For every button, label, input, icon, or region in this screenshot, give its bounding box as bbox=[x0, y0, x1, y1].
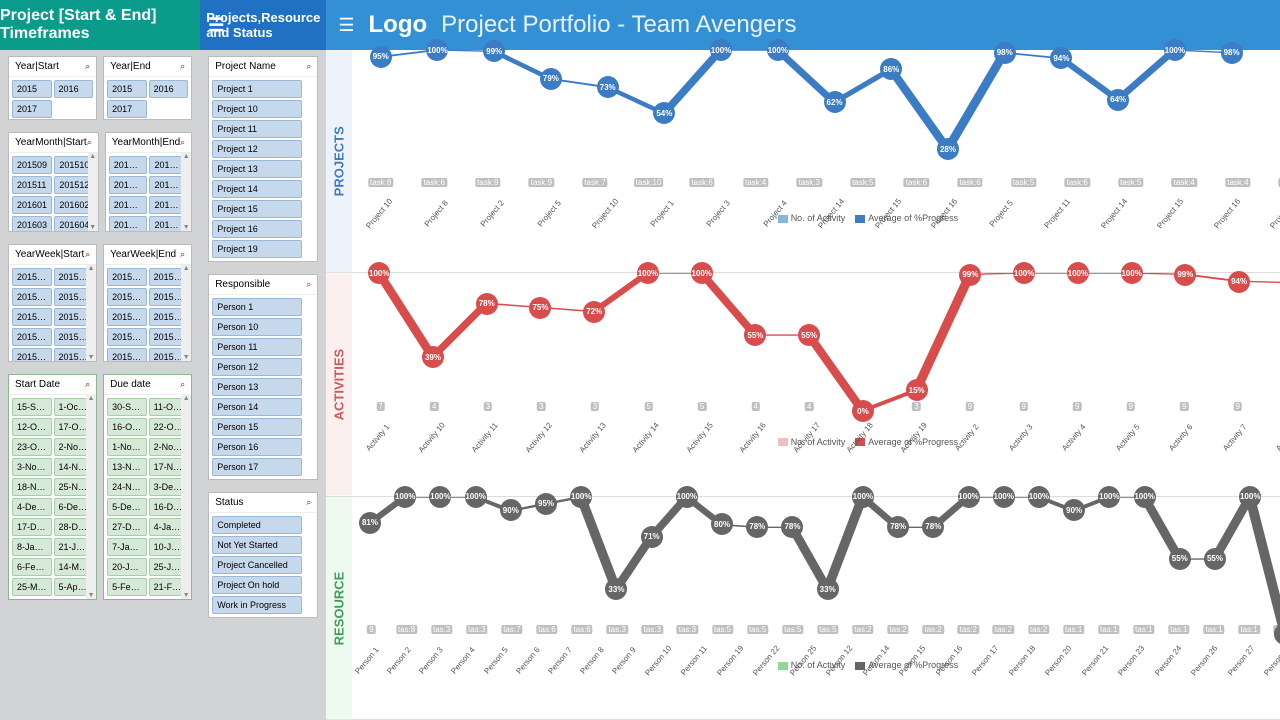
slicer-chip[interactable]: 201601 bbox=[109, 196, 148, 214]
slicer-year-start[interactable]: Year|Start⌕ 201520162017 bbox=[8, 56, 97, 120]
slicer-year-end[interactable]: Year|End⌕ 201520162017 bbox=[103, 56, 192, 120]
timeframe-header: Project [Start & End] Timeframes bbox=[0, 0, 200, 50]
slicer-chip[interactable]: 8-Jan-16 bbox=[12, 538, 52, 556]
slicer-chip[interactable]: 201603 bbox=[12, 216, 52, 231]
chart-projects: PROJECTStask:8task:6task:9task:9task:7ta… bbox=[326, 50, 1280, 273]
slicer-chip[interactable]: 18-Nov-… bbox=[12, 478, 52, 496]
chart-vlabel: PROJECTS bbox=[326, 50, 352, 272]
slicer-chip[interactable]: Person 1 bbox=[212, 298, 302, 316]
slicer-chip[interactable]: Person 15 bbox=[212, 418, 302, 436]
slicer-responsible[interactable]: Responsible⌕ Person 1Person 10Person 11P… bbox=[208, 274, 318, 480]
slicer-chip[interactable]: 201543 bbox=[107, 288, 147, 306]
project-resource-status-panel: ☰ Projects,Resource and Status Project N… bbox=[200, 0, 326, 720]
slicer-chip[interactable]: 24-Nov-… bbox=[107, 478, 147, 496]
slicer-chip[interactable]: 201540 bbox=[107, 268, 147, 286]
slicer-chip[interactable]: Person 16 bbox=[212, 438, 302, 456]
slicer-chip[interactable]: 201542 bbox=[12, 288, 52, 306]
slicer-chip[interactable]: Project 15 bbox=[212, 200, 302, 218]
clear-filter-icon[interactable]: ⌕ bbox=[180, 61, 185, 72]
slicer-chip[interactable]: Project 1 bbox=[212, 80, 302, 98]
slicer-chip[interactable]: 201548 bbox=[107, 328, 147, 346]
slicer-chip[interactable]: Completed bbox=[212, 516, 302, 534]
slicer-start-date[interactable]: Start Date⌕ 15-Sep-…1-Oct-1512-Oct-1517-… bbox=[8, 374, 97, 600]
slicer-chip[interactable]: 3-Nov-15 bbox=[12, 458, 52, 476]
slicer-yearmonth-start[interactable]: YearMonth|Start⌕ 20150920151020151120151… bbox=[8, 132, 99, 232]
slicer-chip[interactable]: 201603 bbox=[109, 216, 148, 231]
slicer-due-date[interactable]: Due date⌕ 30-Sep-…11-Oct-1516-Oct-1522-O… bbox=[103, 374, 192, 600]
slicer-chip[interactable]: 201547 bbox=[12, 328, 52, 346]
slicer-chip[interactable]: Project 12 bbox=[212, 140, 302, 158]
slicer-chip[interactable]: Person 14 bbox=[212, 398, 302, 416]
slicer-chip[interactable]: Person 11 bbox=[212, 338, 302, 356]
slicer-chip[interactable]: 17-Dec-… bbox=[12, 518, 52, 536]
chart-vlabel: ACTIVITIES bbox=[326, 273, 352, 495]
slicer-chip[interactable]: 201509 bbox=[12, 156, 52, 174]
slicer-chip[interactable]: 2015 bbox=[107, 80, 147, 98]
chart-resource: RESOURCE9tas:8tas:3tas:3tas:7tas:6tas:6t… bbox=[326, 497, 1280, 720]
slicer-chip[interactable]: 201538 bbox=[12, 268, 52, 286]
logo: Logo bbox=[369, 11, 428, 39]
slicer-chip[interactable]: 2016 bbox=[149, 80, 189, 98]
slicer-chip[interactable]: 201545 bbox=[12, 308, 52, 326]
slicer-chip[interactable]: Work in Progress bbox=[212, 596, 302, 614]
slicer-chip[interactable]: Project On hold bbox=[212, 576, 302, 594]
slicer-chip[interactable]: 27-Dec-… bbox=[107, 518, 147, 536]
chart-vlabel: RESOURCE bbox=[326, 497, 352, 719]
slicer-chip[interactable]: 201551 bbox=[107, 348, 147, 361]
slicer-chip[interactable]: 25-Mar-… bbox=[12, 578, 52, 596]
slicer-chip[interactable]: 6-Feb-16 bbox=[12, 558, 52, 576]
slicer-chip[interactable]: 5-Feb-16 bbox=[107, 578, 147, 596]
slicer-chip[interactable]: 201511 bbox=[109, 176, 148, 194]
slicer-chip[interactable]: 201511 bbox=[12, 176, 52, 194]
slicer-chip[interactable]: Project 11 bbox=[212, 120, 302, 138]
chart-activities: ACTIVITIES7433355441399999996100%39%78%7… bbox=[326, 273, 1280, 496]
slicer-chip[interactable]: Project Cancelled bbox=[212, 556, 302, 574]
slicer-chip[interactable]: 5-Dec-15 bbox=[107, 498, 147, 516]
slicer-chip[interactable]: Project 16 bbox=[212, 220, 302, 238]
slicer-chip[interactable]: Not Yet Started bbox=[212, 536, 302, 554]
slicer-chip[interactable]: 201601 bbox=[12, 196, 52, 214]
slicer-chip[interactable]: 30-Sep-… bbox=[107, 398, 147, 416]
slicer-chip[interactable]: 2017 bbox=[12, 100, 52, 118]
slicer-chip[interactable]: 2016 bbox=[54, 80, 94, 98]
slicer-chip[interactable]: Project 14 bbox=[212, 180, 302, 198]
slicer-chip[interactable]: 201509 bbox=[109, 156, 148, 174]
page-title: Project Portfolio - Team Avengers bbox=[441, 11, 796, 39]
slicer-chip[interactable]: 12-Oct-15 bbox=[12, 418, 52, 436]
slicer-chip[interactable]: Person 12 bbox=[212, 358, 302, 376]
main-panel: ☰ Logo Project Portfolio - Team Avengers… bbox=[326, 0, 1280, 720]
slicer-chip[interactable]: 13-Nov-… bbox=[107, 458, 147, 476]
menu-icon[interactable]: ☰ bbox=[338, 15, 354, 36]
main-header: ☰ Logo Project Portfolio - Team Avengers… bbox=[326, 0, 1280, 50]
slicer-yearmonth-end[interactable]: YearMonth|End⌕ 2015092015102015112015122… bbox=[105, 132, 192, 232]
slicer-chip[interactable]: 201546 bbox=[107, 308, 147, 326]
slicer-chip[interactable]: 7-Jan-16 bbox=[107, 538, 147, 556]
slicer-chip[interactable]: 4-Dec-15 bbox=[12, 498, 52, 516]
slicer-chip[interactable]: 2015 bbox=[12, 80, 52, 98]
clear-filter-icon[interactable]: ⌕ bbox=[85, 61, 90, 72]
slicer-yearweek-end[interactable]: YearWeek|End⌕ 20154020154220154320154520… bbox=[103, 244, 192, 362]
slicer-chip[interactable]: Project 19 bbox=[212, 240, 302, 258]
slicer-chip[interactable]: Project 13 bbox=[212, 160, 302, 178]
slicer-status[interactable]: Status⌕ CompletedNot Yet StartedProject … bbox=[208, 492, 318, 618]
slicer-yearweek-start[interactable]: YearWeek|Start⌕ 201538201540201542201543… bbox=[8, 244, 97, 362]
slicer-chip[interactable]: 201549 bbox=[12, 348, 52, 361]
slicer-chip[interactable]: Person 13 bbox=[212, 378, 302, 396]
chart-stack: PROJECTStask:8task:6task:9task:9task:7ta… bbox=[326, 50, 1280, 720]
prs-header: ☰ Projects,Resource and Status bbox=[200, 0, 326, 50]
slicer-chip[interactable]: Project 10 bbox=[212, 100, 302, 118]
slicer-chip[interactable]: 16-Oct-15 bbox=[107, 418, 147, 436]
timeframe-panel: Project [Start & End] Timeframes Year|St… bbox=[0, 0, 200, 720]
slicer-chip[interactable]: 15-Sep-… bbox=[12, 398, 52, 416]
slicer-chip[interactable]: 20-Jan-… bbox=[107, 558, 147, 576]
slicer-chip[interactable]: Person 17 bbox=[212, 458, 302, 476]
menu-icon[interactable]: ☰ bbox=[208, 15, 224, 36]
slicer-project-name[interactable]: Project Name⌕ Project 1Project 10Project… bbox=[208, 56, 318, 262]
slicer-chip[interactable]: 1-Nov-15 bbox=[107, 438, 147, 456]
slicer-chip[interactable]: 23-Oct-15 bbox=[12, 438, 52, 456]
slicer-chip[interactable]: Person 10 bbox=[212, 318, 302, 336]
slicer-chip[interactable]: 2017 bbox=[107, 100, 147, 118]
